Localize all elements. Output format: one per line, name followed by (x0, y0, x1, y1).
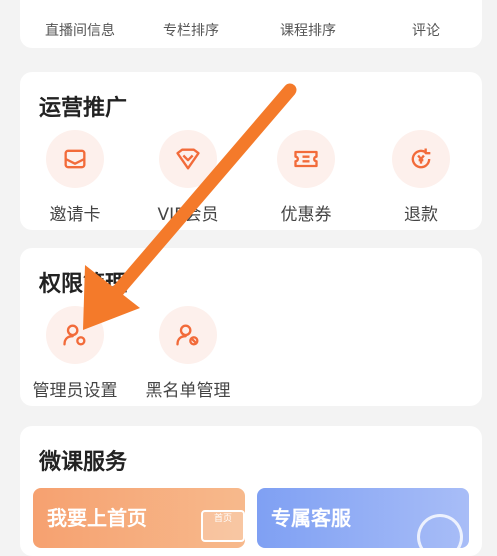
refund-label: 退款 (404, 205, 438, 225)
operations-title: 运营推广 (39, 96, 128, 121)
blacklist-button[interactable]: 黑名单管理 (138, 306, 238, 401)
permissions-card: 权限管理 管理员设置 黑名单管理 (20, 248, 482, 406)
headset-icon (417, 514, 463, 548)
micro-course-card: 微课服务 我要上首页 首页 专属客服 (20, 426, 482, 556)
envelope-icon (46, 130, 104, 188)
comment-link[interactable]: 评论 (412, 20, 440, 40)
blacklist-icon (159, 306, 217, 364)
customer-service-banner[interactable]: 专属客服 (257, 488, 469, 548)
coupon-label: 优惠券 (280, 205, 332, 225)
column-sort-link[interactable]: 专栏排序 (163, 20, 219, 40)
admin-settings-button[interactable]: 管理员设置 (25, 306, 125, 401)
homepage-badge: 首页 (201, 510, 245, 542)
admin-settings-icon (46, 306, 104, 364)
refund-icon (392, 130, 450, 188)
vip-member-button[interactable]: VIP会员 (138, 130, 238, 225)
admin-settings-label: 管理员设置 (32, 381, 118, 401)
micro-course-title: 微课服务 (39, 450, 128, 475)
course-sort-link[interactable]: 课程排序 (280, 20, 336, 40)
blacklist-label: 黑名单管理 (145, 381, 231, 401)
vip-member-label: VIP会员 (157, 205, 219, 225)
operations-card: 运营推广 邀请卡 VIP会员 优惠券 退款 (20, 72, 482, 230)
refund-button[interactable]: 退款 (371, 130, 471, 225)
coupon-icon (277, 130, 335, 188)
permissions-title: 权限管理 (39, 272, 128, 297)
homepage-promo-banner[interactable]: 我要上首页 首页 (33, 488, 245, 548)
top-shortcuts-card: 直播间信息 专栏排序 课程排序 评论 (20, 0, 482, 48)
vip-crown-icon (159, 130, 217, 188)
live-room-info-link[interactable]: 直播间信息 (45, 20, 115, 40)
invite-card-label: 邀请卡 (49, 205, 101, 225)
invite-card-button[interactable]: 邀请卡 (25, 130, 125, 225)
coupon-button[interactable]: 优惠券 (256, 130, 356, 225)
